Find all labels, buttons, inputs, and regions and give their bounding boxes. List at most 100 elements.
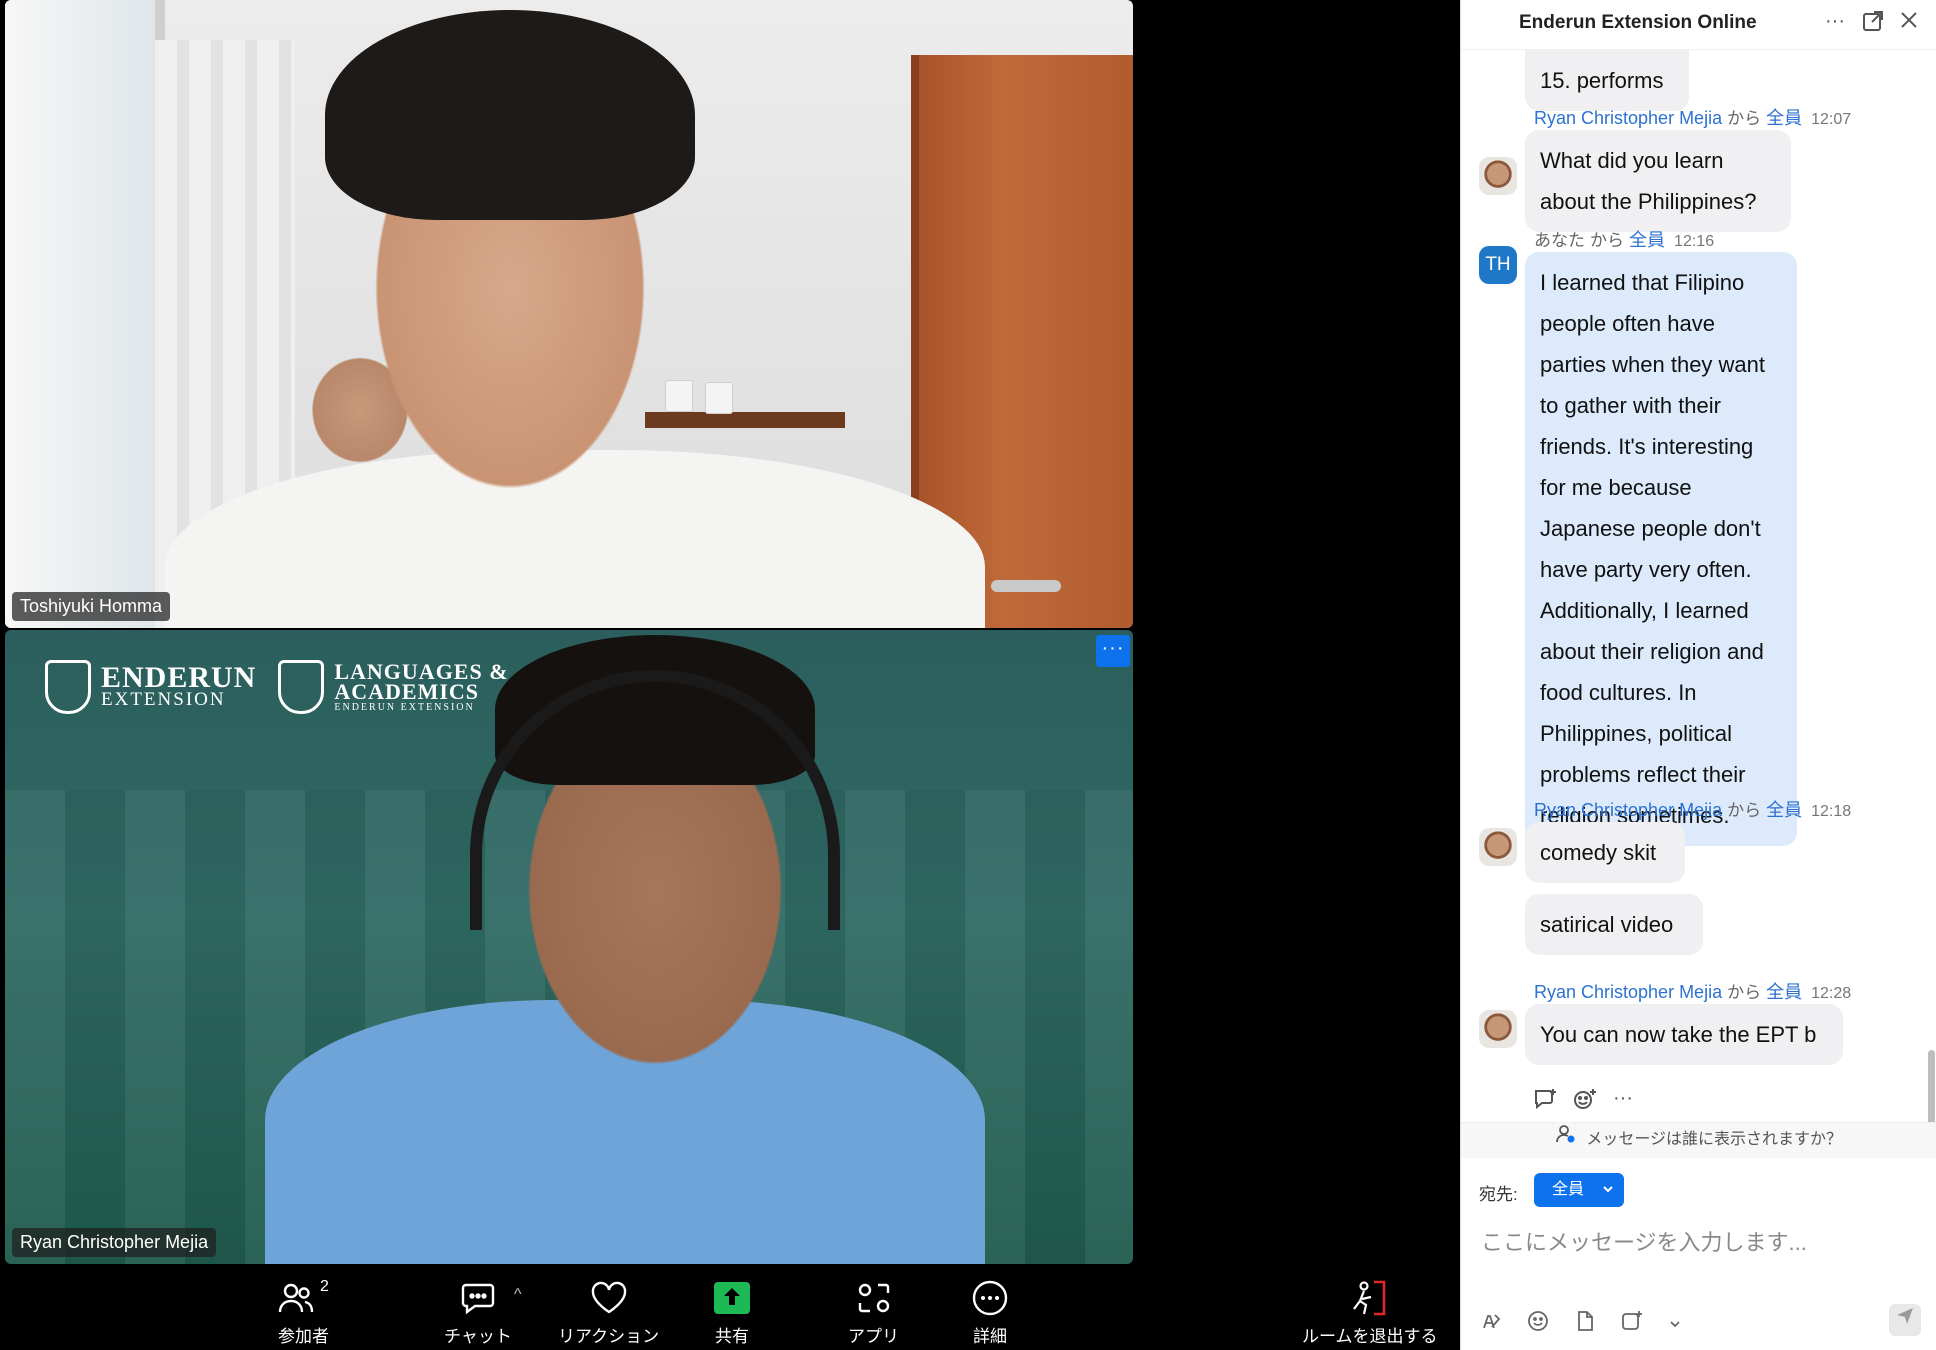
tile-more-button[interactable]: ··· (1096, 635, 1130, 667)
leave-room-label: ルームを退出する (1302, 1327, 1438, 1346)
screenshot-icon[interactable] (1621, 1310, 1643, 1338)
message-header: Ryan Christopher Mejia から 全員 12:18 (1534, 796, 1851, 822)
chat-header: Enderun Extension Online ··· (1461, 0, 1936, 50)
avatar-self[interactable]: TH (1479, 246, 1517, 284)
chat-label: チャット (444, 1327, 512, 1346)
message-header: あなた から 全員 12:16 (1534, 226, 1714, 252)
sender-name: あなた (1534, 231, 1585, 250)
chat-bubble: You can now take the EPT b (1525, 1004, 1843, 1065)
share-icon (714, 1282, 750, 1314)
chat-panel: Enderun Extension Online ··· 15. perform… (1460, 0, 1936, 1350)
chat-more-icon[interactable]: ··· (1823, 10, 1847, 36)
composer-toolbar (1481, 1310, 1681, 1338)
video-tile-toshiyuki[interactable]: Toshiyuki Homma (5, 0, 1133, 628)
message-time: 12:16 (1674, 233, 1715, 250)
apps-label: アプリ (848, 1327, 899, 1346)
chat-bubble: 15. performs (1525, 50, 1689, 111)
participant-hair (325, 10, 695, 220)
send-button[interactable] (1889, 1304, 1921, 1336)
leave-room-button[interactable]: ルームを退出する (1302, 1278, 1438, 1347)
format-text-icon[interactable] (1481, 1311, 1501, 1337)
message-actions: ··· (1533, 1088, 1633, 1116)
sender-name[interactable]: Ryan Christopher Mejia (1534, 108, 1722, 128)
emoji-icon[interactable] (1527, 1310, 1549, 1338)
chat-caret-icon[interactable]: ^ (514, 1286, 522, 1304)
share-label: 共有 (715, 1327, 749, 1346)
reply-icon[interactable] (1533, 1088, 1557, 1116)
avatar-ryan[interactable] (1479, 1010, 1517, 1048)
chat-icon (461, 1283, 495, 1315)
message-time: 12:18 (1811, 803, 1852, 820)
message-visibility-note[interactable]: メッセージは誰に表示されますか？ (1461, 1122, 1936, 1158)
from-label: から (1590, 231, 1625, 250)
door-handle-scenery (991, 580, 1061, 592)
chat-bubble: What did you learn about the Philippines… (1525, 130, 1791, 232)
logo-text-enderun: ENDERUN (101, 661, 257, 694)
message-input[interactable] (1481, 1223, 1921, 1263)
more-button[interactable]: 詳細 (972, 1278, 1008, 1347)
message-header: Ryan Christopher Mejia から 全員 12:28 (1534, 978, 1851, 1004)
close-icon[interactable] (1897, 10, 1921, 36)
logo-text-academics: ACADEMICS (334, 678, 480, 704)
from-label: から (1727, 801, 1762, 820)
crest-icon (278, 660, 325, 714)
recipient-value: 全員 (1552, 1181, 1585, 1198)
message-time: 12:07 (1811, 111, 1852, 128)
chat-bubble: satirical video (1525, 894, 1703, 955)
send-icon (1897, 1308, 1913, 1324)
participants-count: 2 (320, 1278, 329, 1295)
from-label: から (1727, 983, 1762, 1002)
participants-label: 参加者 (278, 1327, 329, 1346)
more-icon (972, 1280, 1008, 1316)
name-tag-bottom: Ryan Christopher Mejia (12, 1228, 217, 1257)
chat-message-list[interactable]: 15. performs Ryan Christopher Mejia から 全… (1461, 50, 1936, 1122)
leave-room-icon (1352, 1280, 1386, 1316)
recipient-select[interactable]: 全員 (1534, 1173, 1624, 1207)
recipient-name[interactable]: 全員 (1766, 108, 1802, 128)
sender-name[interactable]: Ryan Christopher Mejia (1534, 982, 1722, 1002)
avatar-ryan[interactable] (1479, 157, 1517, 195)
sender-name[interactable]: Ryan Christopher Mejia (1534, 800, 1722, 820)
participants-icon (278, 1283, 314, 1313)
person-lock-icon (1556, 1123, 1576, 1157)
chevron-down-icon (1602, 1173, 1614, 1219)
languages-academics-logo: LANGUAGES & ACADEMICS ENDERUN EXTENSION (278, 660, 508, 714)
message-time: 12:28 (1811, 985, 1852, 1002)
recipient-name[interactable]: 全員 (1766, 982, 1802, 1002)
apps-button[interactable]: アプリ (848, 1278, 899, 1347)
cup-scenery (705, 382, 733, 414)
add-reaction-icon[interactable] (1573, 1088, 1597, 1116)
to-label: 宛先: (1479, 1185, 1518, 1204)
logo-text-small: ENDERUN EXTENSION (334, 701, 475, 713)
zoom-meeting-window: Toshiyuki Homma ENDERUN EXTENSION LANGUA… (0, 0, 1936, 1350)
recipient-name[interactable]: 全員 (1766, 800, 1802, 820)
chevron-down-icon[interactable] (1669, 1313, 1681, 1336)
more-label: 詳細 (973, 1327, 1007, 1346)
window-scenery (5, 0, 165, 628)
recipient-name[interactable]: 全員 (1629, 230, 1665, 250)
enderun-extension-logo: ENDERUN EXTENSION (45, 660, 256, 714)
avatar-ryan[interactable] (1479, 828, 1517, 866)
chat-title: Enderun Extension Online (1519, 12, 1757, 33)
popout-icon[interactable] (1861, 10, 1885, 36)
crest-icon (45, 660, 91, 714)
share-button[interactable]: 共有 (714, 1278, 750, 1347)
chat-bubble-mine: I learned that Filipino people often hav… (1525, 252, 1797, 846)
message-more-icon[interactable]: ··· (1613, 1088, 1633, 1116)
virtual-background-logos: ENDERUN EXTENSION LANGUAGES & ACADEMICS … (45, 660, 509, 714)
meeting-toolbar: 2 参加者 チャット ^ リアクション 共有 アプリ 詳細 ルームを退出する (0, 1264, 1460, 1350)
participants-button[interactable]: 2 参加者 (278, 1278, 329, 1347)
reactions-button[interactable]: リアクション (558, 1278, 659, 1347)
chat-bubble: comedy skit (1525, 822, 1685, 883)
apps-icon (858, 1283, 889, 1313)
chat-button[interactable]: チャット (444, 1278, 512, 1347)
chat-scrollbar[interactable] (1928, 1050, 1935, 1122)
video-tile-ryan[interactable]: ENDERUN EXTENSION LANGUAGES & ACADEMICS … (5, 630, 1133, 1264)
file-icon[interactable] (1575, 1310, 1595, 1338)
message-header: Ryan Christopher Mejia から 全員 12:07 (1534, 104, 1851, 130)
from-label: から (1727, 109, 1762, 128)
reactions-label: リアクション (558, 1327, 660, 1346)
heart-icon (591, 1281, 626, 1314)
chat-composer: 宛先: 全員 (1461, 1158, 1936, 1350)
visibility-note-text: メッセージは誰に表示されますか？ (1586, 1131, 1843, 1149)
